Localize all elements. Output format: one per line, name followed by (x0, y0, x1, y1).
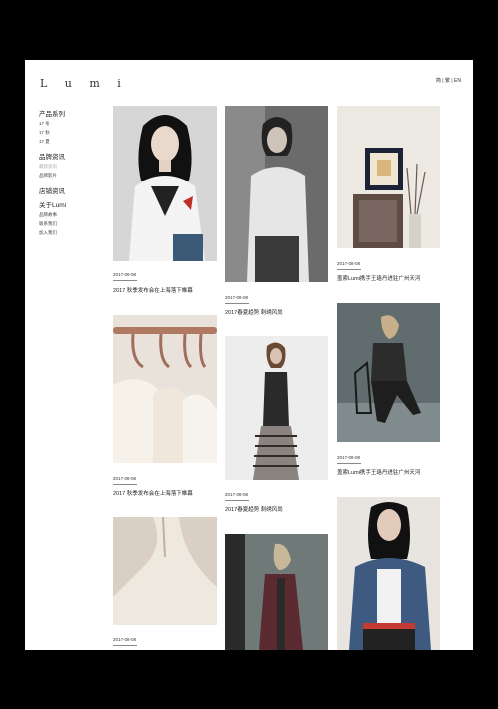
divider (337, 463, 361, 464)
post-title[interactable]: 2017 秋季发布会在上海落下帷幕 (113, 286, 193, 294)
nav-brand-films[interactable]: 品牌影片 (39, 173, 109, 179)
post-date: 2017-08-08 (113, 476, 137, 481)
post-image-hanger-closeup[interactable] (113, 517, 217, 625)
nav-products-summer[interactable]: 17 夏 (39, 139, 109, 145)
language-switcher[interactable]: 简 | 繁 | EN (436, 77, 461, 84)
post-title[interactable]: 2017春夏趋势 刺绣风尚 (225, 505, 283, 513)
post-image-model-white-shirt[interactable] (113, 106, 217, 261)
tablet-frame: L u m i 简 | 繁 | EN 产品系列 17 冬 17 秋 17 夏 品… (0, 0, 498, 709)
post-date: 2017-08-08 (113, 637, 137, 642)
post-image-model-denim-jacket[interactable] (337, 497, 440, 650)
post-date: 2017-08-08 (337, 261, 361, 266)
nav-products-winter[interactable]: 17 冬 (39, 121, 109, 127)
divider (225, 303, 249, 304)
divider (337, 269, 361, 270)
nav-brand-news[interactable]: 品牌资讯 (39, 151, 109, 161)
divider (113, 484, 137, 485)
web-page: L u m i 简 | 繁 | EN 产品系列 17 冬 17 秋 17 夏 品… (25, 60, 473, 650)
divider (225, 500, 249, 501)
brand-logo[interactable]: L u m i (40, 77, 128, 90)
nav-brand-story[interactable]: 品牌故事 (39, 212, 109, 218)
nav-stores[interactable]: 店铺资讯 (39, 185, 109, 195)
nav-join-us[interactable]: 加入我们 (39, 230, 109, 236)
post-image-interior-still-life[interactable] (337, 106, 440, 248)
post-title[interactable]: 盖索Lumi携手王珞丹进驻广州天河 (337, 468, 420, 476)
post-title[interactable]: 2017春夏趋势 刺绣风尚 (225, 308, 283, 316)
post-date: 2017-08-08 (337, 455, 361, 460)
nav-products[interactable]: 产品系列 (39, 108, 109, 118)
divider (113, 280, 137, 281)
divider (113, 645, 137, 646)
post-title[interactable]: 2017 秋季发布会在上海落下帷幕 (113, 489, 193, 497)
post-date: 2017-08-08 (225, 295, 249, 300)
post-date: 2017-08-08 (225, 492, 249, 497)
post-image-model-striped-pants[interactable] (225, 336, 328, 480)
nav-contact[interactable]: 联系我们 (39, 221, 109, 227)
nav-latest-news[interactable]: 最新资讯 (39, 164, 109, 170)
post-image-model-seated-chair[interactable] (337, 303, 440, 442)
post-image-model-long-coat[interactable] (225, 534, 328, 650)
post-date: 2017-08-08 (113, 272, 137, 277)
post-image-man-portrait[interactable] (225, 106, 328, 282)
nav-products-autumn[interactable]: 17 秋 (39, 130, 109, 136)
sidebar-nav: 产品系列 17 冬 17 秋 17 夏 品牌资讯 最新资讯 品牌影片 店铺资讯 … (39, 104, 109, 236)
post-image-hangers-rack[interactable] (113, 315, 217, 463)
nav-about[interactable]: 关于Lumi (39, 199, 109, 209)
post-title[interactable]: 盖索Lumi携手王珞丹进驻广州天河 (337, 274, 420, 282)
